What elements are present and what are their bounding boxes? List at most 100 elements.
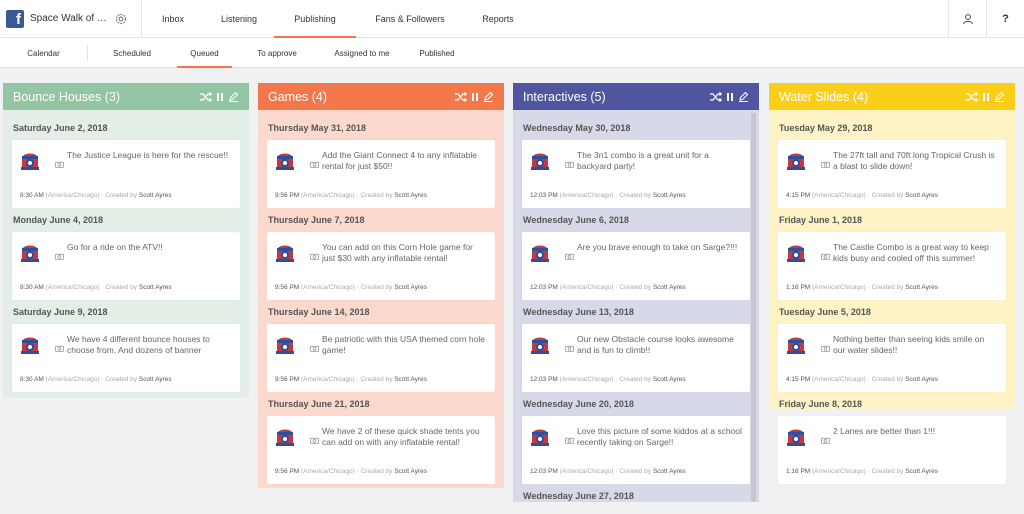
post-card[interactable]: Be patriotic with this USA themed corn h… [267, 324, 495, 392]
edit-icon[interactable] [483, 91, 494, 102]
post-text: 2 Lanes are better than 1!!! [833, 426, 936, 436]
post-timezone: (America/Chicago) · Created by [559, 284, 653, 291]
pause-icon[interactable] [471, 92, 479, 102]
post-author: Scott Ayres [394, 468, 427, 475]
nav-inbox[interactable]: Inbox [142, 0, 204, 37]
tab-to-approve[interactable]: To approve [232, 38, 322, 68]
column-header: Bounce Houses (3) [3, 83, 249, 110]
post-text: The Castle Combo is a great way to keep … [833, 242, 989, 263]
post-card[interactable]: Love this picture of some kiddos at a sc… [522, 416, 750, 484]
user-icon[interactable] [948, 0, 986, 38]
post-card[interactable]: We have 4 different bounce houses to cho… [12, 324, 240, 392]
avatar [785, 426, 807, 448]
tab-calendar[interactable]: Calendar [0, 38, 87, 68]
column-title: Bounce Houses (3) [13, 89, 121, 104]
post-timezone: (America/Chicago) · Created by [559, 468, 653, 475]
photo-icon [821, 247, 830, 260]
queue-column: Water Slides (4) Tuesday May 29, 2018 The … [769, 83, 1015, 484]
column-title: Water Slides (4) [779, 89, 869, 104]
avatar [274, 334, 296, 356]
pause-icon[interactable] [726, 92, 734, 102]
nav-publishing[interactable]: Publishing [274, 0, 356, 38]
post-time: 9:56 PM [275, 284, 302, 291]
nav-listening[interactable]: Listening [204, 0, 274, 37]
tab-scheduled[interactable]: Scheduled [87, 38, 177, 68]
post-meta: 8:30 AM (America/Chicago) · Created by S… [20, 192, 172, 199]
post-text: Love this picture of some kiddos at a sc… [577, 426, 742, 447]
post-card[interactable]: The Castle Combo is a great way to keep … [778, 232, 1006, 300]
group-date: Tuesday May 29, 2018 [779, 123, 873, 133]
post-time: 12:03 PM [530, 284, 560, 291]
post-card[interactable]: Go for a ride on the ATV!! 8:30 AM (Ameri… [12, 232, 240, 300]
tab-queued[interactable]: Queued [177, 38, 232, 68]
post-author: Scott Ayres [652, 376, 686, 383]
post-time: 12:03 PM [530, 468, 560, 475]
nav-fans-followers[interactable]: Fans & Followers [356, 0, 464, 37]
group-date: Friday June 1, 2018 [779, 215, 863, 225]
photo-icon [55, 339, 64, 352]
post-card[interactable]: Our new Obstacle course looks awesome an… [522, 324, 750, 392]
tab-assigned-to-me[interactable]: Assigned to me [322, 38, 402, 68]
shuffle-icon[interactable] [200, 91, 212, 102]
avatar [274, 150, 296, 172]
avatar [785, 334, 807, 356]
post-card[interactable]: 2 Lanes are better than 1!!! 1:16 PM (Ame… [778, 416, 1006, 484]
column-tools [710, 91, 749, 102]
brand[interactable]: f Space Walk of C... [0, 0, 142, 37]
post-author: Scott Ayres [652, 284, 686, 291]
shuffle-icon[interactable] [966, 91, 978, 102]
group-date: Thursday June 7, 2018 [268, 215, 365, 225]
post-card[interactable]: The Justice League is here for the rescu… [12, 140, 240, 208]
edit-icon[interactable] [994, 91, 1005, 102]
post-card[interactable]: Are you brave enough to take on Sarge?!!… [522, 232, 750, 300]
pause-icon[interactable] [982, 92, 990, 102]
post-author: Scott Ayres [138, 284, 172, 291]
post-timezone: (America/Chicago) · Created by [812, 192, 906, 199]
post-card[interactable]: The 3n1 combo is a great unit for a back… [522, 140, 750, 208]
gear-icon[interactable] [114, 12, 128, 26]
post-text: Be patriotic with this USA themed corn h… [322, 334, 485, 355]
post-meta: 1:16 PM (America/Chicago) · Created by S… [786, 468, 938, 475]
post-time: 12:03 PM [530, 192, 560, 199]
edit-icon[interactable] [228, 91, 239, 102]
profile-name[interactable]: Space Walk of C... [30, 13, 108, 24]
post-timezone: (America/Chicago) · Created by [812, 468, 906, 475]
column-title: Games (4) [268, 89, 328, 104]
post-text: We have 4 different bounce houses to cho… [67, 334, 210, 355]
photo-icon [821, 155, 830, 168]
scrollbar[interactable] [751, 113, 756, 502]
tab-published[interactable]: Published [402, 38, 472, 68]
post-author: Scott Ayres [394, 284, 427, 291]
post-text: Nothing better than seeing kids smile on… [833, 334, 985, 355]
post-card[interactable]: You can add on this Corn Hole game for j… [267, 232, 495, 300]
pause-icon[interactable] [216, 92, 224, 102]
photo-icon [821, 339, 830, 352]
help-icon[interactable]: ? [986, 0, 1024, 38]
post-time: 8:30 AM [20, 284, 46, 291]
column-tools [455, 91, 494, 102]
post-card[interactable]: Nothing better than seeing kids smile on… [778, 324, 1006, 392]
shuffle-icon[interactable] [455, 91, 467, 102]
column-tools [200, 91, 239, 102]
post-text: We have 2 of these quick shade tents you… [322, 426, 480, 447]
post-card[interactable]: We have 2 of these quick shade tents you… [267, 416, 495, 484]
post-author: Scott Ayres [394, 192, 427, 199]
group-date: Thursday June 14, 2018 [268, 307, 370, 317]
photo-icon [55, 247, 64, 260]
edit-icon[interactable] [738, 91, 749, 102]
column-header: Water Slides (4) [769, 83, 1015, 110]
post-time: 9:56 PM [275, 376, 302, 383]
post-card[interactable]: Add the Giant Connect 4 to any inflatabl… [267, 140, 495, 208]
photo-icon [565, 247, 574, 260]
column-title: Interactives (5) [523, 89, 606, 104]
nav-reports[interactable]: Reports [464, 0, 532, 37]
avatar [274, 426, 296, 448]
photo-icon [565, 431, 574, 444]
post-time: 1:16 PM [786, 468, 813, 475]
queue-column: Games (4) Thursday May 31, 2018 Add the Gi… [258, 83, 504, 488]
avatar [19, 150, 41, 172]
post-timezone: (America/Chicago) · Created by [301, 284, 395, 291]
shuffle-icon[interactable] [710, 91, 722, 102]
photo-icon [310, 247, 319, 260]
post-card[interactable]: The 27ft tall and 70ft long Tropical Cru… [778, 140, 1006, 208]
